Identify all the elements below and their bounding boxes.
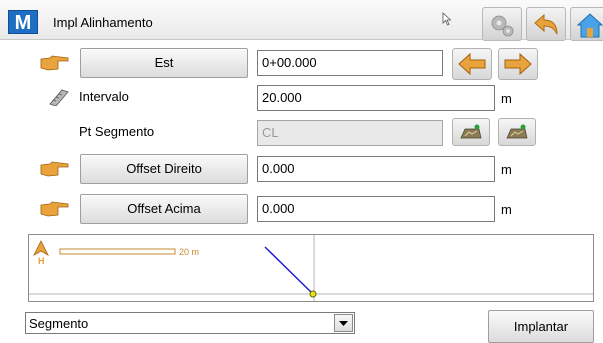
arrow-left-icon [458, 52, 486, 76]
pick-point-list-button[interactable] [498, 118, 536, 146]
north-arrow-icon [33, 240, 49, 257]
home-icon [576, 13, 603, 38]
map-point-list-icon [506, 124, 528, 139]
app-logo[interactable]: M [8, 10, 38, 34]
station-input[interactable]: 0+00.000 [257, 50, 443, 76]
home-button[interactable] [570, 7, 603, 41]
gear-icon [491, 15, 514, 37]
settings-button[interactable] [482, 7, 522, 41]
ruler-icon [49, 89, 69, 106]
mode-select-value: Segmento [29, 316, 89, 331]
interval-label: Intervalo [79, 89, 129, 104]
offset-right-button[interactable]: Offset Direito [80, 154, 248, 184]
offset-up-unit: m [501, 202, 512, 217]
station-prev-button[interactable] [452, 48, 492, 80]
station-next-button[interactable] [498, 48, 538, 80]
offset-up-button[interactable]: Offset Acima [80, 194, 248, 224]
dropdown-button[interactable] [334, 314, 353, 332]
segment-point-input: CL [257, 120, 443, 146]
north-label: H [38, 256, 45, 266]
scale-bar [59, 248, 176, 255]
offset-right-input[interactable]: 0.000 [257, 156, 495, 182]
arrow-right-icon [504, 52, 532, 76]
alignment-canvas: H 20 m [29, 235, 593, 301]
mode-select[interactable]: Segmento [25, 312, 355, 334]
alignment-line [264, 246, 314, 295]
alignment-graphic[interactable]: H 20 m [28, 234, 594, 302]
station-button[interactable]: Est [80, 48, 248, 78]
chevron-down-icon [339, 321, 348, 326]
scale-label: 20 m [179, 247, 199, 257]
back-button[interactable] [526, 7, 566, 41]
pointing-hand-icon [40, 55, 69, 71]
station-point-marker [309, 290, 317, 298]
interval-input[interactable]: 20.000 [257, 85, 495, 111]
offset-up-input[interactable]: 0.000 [257, 196, 495, 222]
window-title: Impl Alinhamento [53, 15, 153, 30]
interval-unit: m [501, 91, 512, 106]
offset-right-unit: m [501, 162, 512, 177]
map-point-icon [460, 124, 482, 139]
pointing-hand-icon [40, 201, 69, 217]
stakeout-button[interactable]: Implantar [488, 310, 594, 343]
mouse-cursor-icon [442, 12, 452, 26]
pointing-hand-icon [40, 161, 69, 177]
undo-arrow-icon [534, 13, 558, 35]
title-bar: M Impl Alinhamento [0, 0, 603, 41]
pick-point-map-button[interactable] [452, 118, 490, 146]
segment-point-label: Pt Segmento [79, 124, 155, 139]
